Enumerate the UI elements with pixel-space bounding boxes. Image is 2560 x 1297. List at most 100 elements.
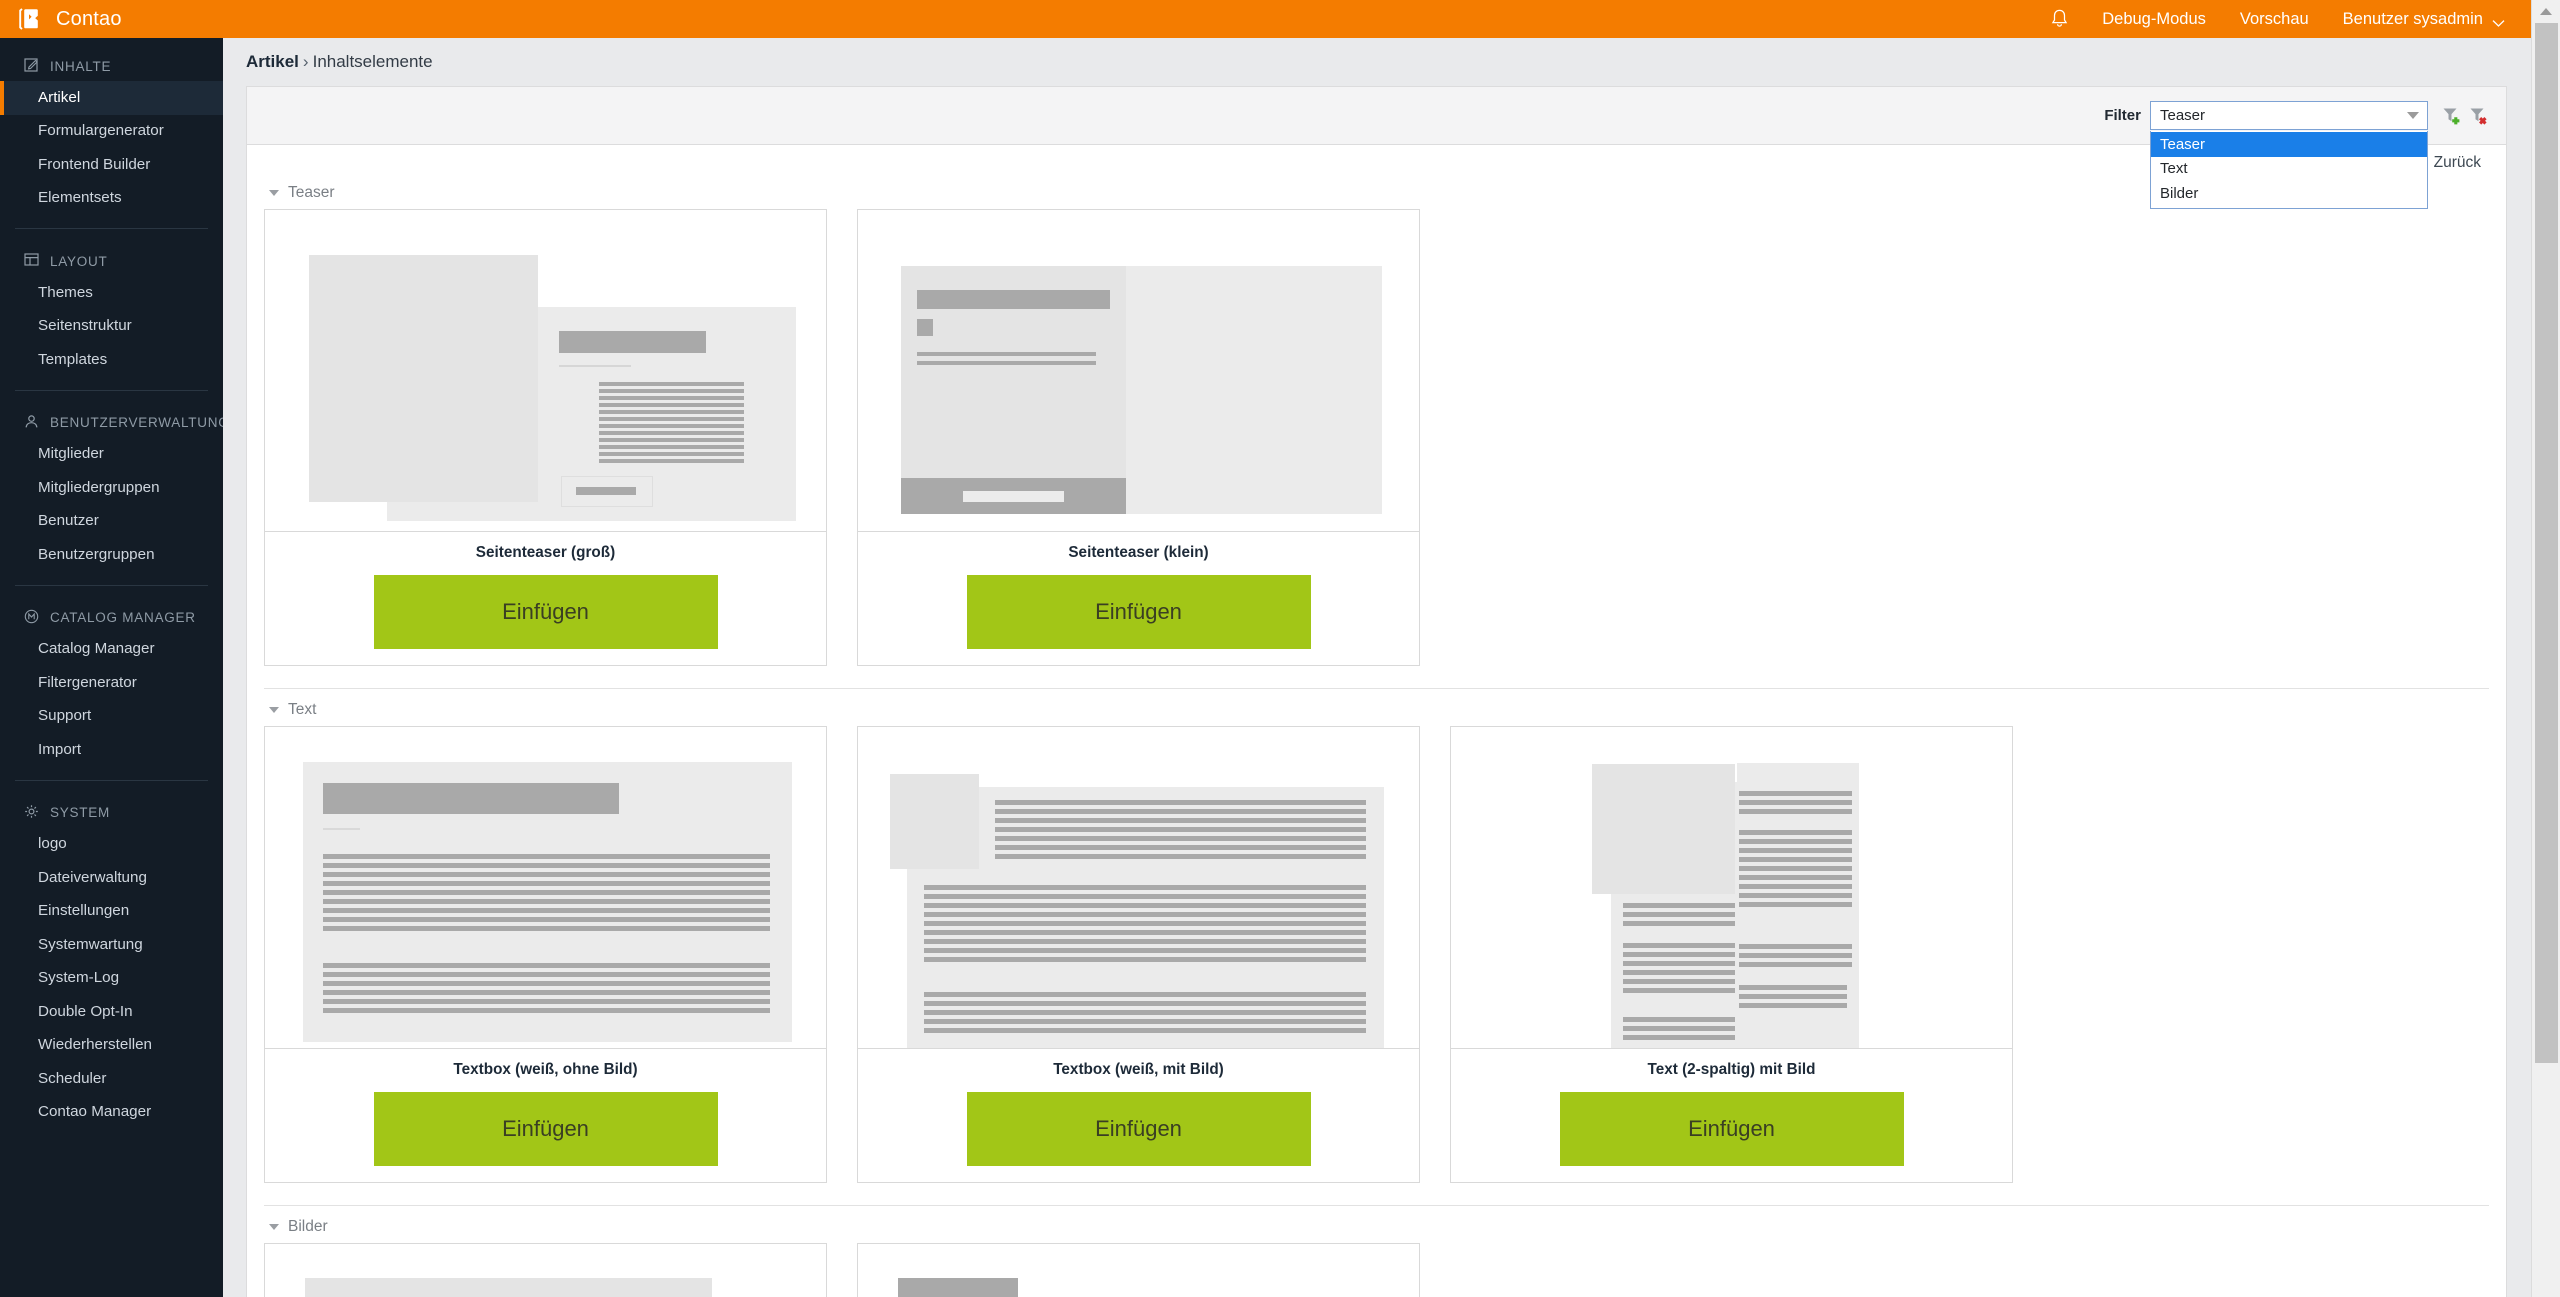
- sidebar-item-scheduler[interactable]: Scheduler: [0, 1062, 223, 1096]
- sidebar-item-systemwartung[interactable]: Systemwartung: [0, 928, 223, 962]
- top-bar: Contao Debug-Modus Vorschau Benutzer sys…: [0, 0, 2531, 38]
- chevron-down-icon: [2407, 112, 2419, 119]
- sidebar-item-seitenstruktur[interactable]: Seitenstruktur: [0, 310, 223, 344]
- breadcrumb-root[interactable]: Artikel: [246, 52, 299, 71]
- group-text: Text Textbox (weiß, ohne Bild) Einfügen …: [247, 689, 2506, 1187]
- card-footer: Textbox (weiß, mit Bild) Einfügen: [858, 1049, 1419, 1182]
- gear-icon: [24, 804, 39, 822]
- card-label: Textbox (weiß, ohne Bild): [453, 1061, 638, 1078]
- brand[interactable]: Contao: [0, 6, 122, 32]
- sidebar-group-header-inhalte[interactable]: INHALTE: [0, 51, 223, 81]
- sidebar-item-templates[interactable]: Templates: [0, 343, 223, 377]
- vertical-scrollbar[interactable]: [2531, 0, 2560, 1297]
- element-card[interactable]: Textbox (weiß, ohne Bild) Einfügen: [264, 726, 827, 1183]
- element-card[interactable]: [857, 1243, 1420, 1297]
- card-label: Seitenteaser (klein): [1068, 544, 1209, 561]
- user-icon: [24, 414, 39, 432]
- card-row-teaser: Seitenteaser (groß) Einfügen Seitentease…: [264, 209, 2489, 670]
- chevron-down-icon: [269, 1224, 279, 1230]
- sidebar-item-filtergenerator[interactable]: Filtergenerator: [0, 666, 223, 700]
- content-panel: Zurück Teaser Seitenteaser (groß) Einfüg…: [246, 145, 2507, 1297]
- filter-actions: [2441, 105, 2489, 126]
- filter-option-text[interactable]: Text: [2151, 157, 2427, 182]
- preview-teaser-large: [265, 210, 826, 532]
- sidebar-group-header-benutzerverwaltung[interactable]: BENUTZERVERWALTUNG: [0, 408, 223, 438]
- sidebar-item-elementsets[interactable]: Elementsets: [0, 182, 223, 216]
- sidebar-item-import[interactable]: Import: [0, 733, 223, 767]
- element-card[interactable]: [264, 1243, 827, 1297]
- user-menu-label: Benutzer sysadmin: [2342, 9, 2483, 28]
- preview-textbox-no-image: [265, 727, 826, 1049]
- element-card[interactable]: Seitenteaser (groß) Einfügen: [264, 209, 827, 666]
- preview-image-card-a: [265, 1244, 826, 1297]
- sidebar-item-system-log[interactable]: System-Log: [0, 962, 223, 996]
- insert-button[interactable]: Einfügen: [1559, 1092, 1904, 1166]
- group-header-text[interactable]: Text: [264, 689, 2489, 726]
- insert-button[interactable]: Einfügen: [966, 1092, 1311, 1166]
- breadcrumb-current: Inhaltselemente: [312, 52, 433, 71]
- triangle-up-icon: [2540, 8, 2552, 15]
- sidebar-group-header-system[interactable]: SYSTEM: [0, 798, 223, 828]
- sidebar-item-benutzergruppen[interactable]: Benutzergruppen: [0, 538, 223, 572]
- element-card[interactable]: Text (2-spaltig) mit Bild Einfügen: [1450, 726, 2013, 1183]
- scroll-up-button[interactable]: [2532, 0, 2560, 23]
- panel-wrapper: Filter Teaser Teaser Text Bilder Zurück …: [223, 86, 2531, 1297]
- main-content: Artikel › Inhaltselemente Filter Teaser Te…: [223, 38, 2531, 1297]
- preview-link[interactable]: Vorschau: [2240, 10, 2309, 29]
- sidebar-item-frontend-builder[interactable]: Frontend Builder: [0, 148, 223, 182]
- preview-text-two-column-image: [1451, 727, 2012, 1049]
- filter-toolbar: Filter Teaser Teaser Text Bilder: [246, 86, 2507, 210]
- sidebar-item-benutzer[interactable]: Benutzer: [0, 505, 223, 539]
- bell-icon[interactable]: [2051, 9, 2068, 29]
- scrollbar-thumb[interactable]: [2535, 23, 2558, 1063]
- insert-button[interactable]: Einfügen: [966, 575, 1311, 649]
- group-title-label: Teaser: [288, 184, 335, 201]
- sidebar-group-header-catalog-manager[interactable]: CATALOG MANAGER: [0, 603, 223, 633]
- element-card[interactable]: Textbox (weiß, mit Bild) Einfügen: [857, 726, 1420, 1183]
- breadcrumb-separator: ›: [302, 52, 309, 71]
- brand-name: Contao: [56, 7, 122, 30]
- card-label: Seitenteaser (groß): [475, 544, 616, 561]
- filter-select[interactable]: Teaser Teaser Text Bilder: [2150, 101, 2428, 210]
- insert-button[interactable]: Einfügen: [373, 575, 718, 649]
- sidebar-item-mitglieder[interactable]: Mitglieder: [0, 438, 223, 472]
- sidebar-item-catalog-manager[interactable]: Catalog Manager: [0, 633, 223, 667]
- card-footer: Seitenteaser (groß) Einfügen: [265, 532, 826, 665]
- filter-remove-icon[interactable]: [2468, 105, 2489, 126]
- sidebar-item-support[interactable]: Support: [0, 700, 223, 734]
- element-card[interactable]: Seitenteaser (klein) Einfügen: [857, 209, 1420, 666]
- pencil-square-icon: [24, 57, 39, 75]
- sidebar-item-mitgliedergruppen[interactable]: Mitgliedergruppen: [0, 471, 223, 505]
- sidebar: INHALTE Artikel Formulargenerator Fronte…: [0, 38, 223, 1297]
- chevron-down-icon: [2492, 15, 2505, 27]
- sidebar-group-catalog-manager: CATALOG MANAGER Catalog Manager Filterge…: [0, 589, 223, 767]
- filter-option-bilder[interactable]: Bilder: [2151, 182, 2427, 207]
- top-bar-right: Debug-Modus Vorschau Benutzer sysadmin: [2051, 0, 2531, 38]
- debug-mode-link[interactable]: Debug-Modus: [2102, 10, 2206, 29]
- group-teaser: Teaser Seitenteaser (groß) Einfügen Seit…: [247, 172, 2506, 670]
- user-menu[interactable]: Benutzer sysadmin: [2343, 10, 2505, 29]
- sidebar-item-contao-manager[interactable]: Contao Manager: [0, 1096, 223, 1130]
- insert-button[interactable]: Einfügen: [373, 1092, 718, 1166]
- chevron-down-icon: [269, 190, 279, 196]
- sidebar-item-formulargenerator[interactable]: Formulargenerator: [0, 115, 223, 149]
- sidebar-item-themes[interactable]: Themes: [0, 276, 223, 310]
- sidebar-item-logo[interactable]: logo: [0, 828, 223, 862]
- sidebar-item-double-opt-in[interactable]: Double Opt-In: [0, 995, 223, 1029]
- sidebar-group-header-layout[interactable]: LAYOUT: [0, 246, 223, 276]
- sidebar-item-einstellungen[interactable]: Einstellungen: [0, 895, 223, 929]
- filter-option-teaser[interactable]: Teaser: [2151, 132, 2427, 157]
- sidebar-group-label: INHALTE: [50, 58, 112, 74]
- sidebar-item-artikel[interactable]: Artikel: [0, 81, 223, 115]
- group-header-bilder[interactable]: Bilder: [264, 1206, 2489, 1243]
- back-link[interactable]: Zurück: [2434, 154, 2481, 171]
- sidebar-divider: [15, 584, 208, 586]
- sidebar-item-dateiverwaltung[interactable]: Dateiverwaltung: [0, 861, 223, 895]
- card-row-text: Textbox (weiß, ohne Bild) Einfügen Textb…: [264, 726, 2489, 1187]
- sidebar-divider: [15, 228, 208, 230]
- sidebar-group-inhalte: INHALTE Artikel Formulargenerator Fronte…: [0, 38, 223, 215]
- filter-add-icon[interactable]: [2441, 105, 2462, 126]
- sidebar-item-wiederherstellen[interactable]: Wiederherstellen: [0, 1029, 223, 1063]
- preview-textbox-with-image: [858, 727, 1419, 1049]
- group-title-label: Text: [288, 701, 317, 718]
